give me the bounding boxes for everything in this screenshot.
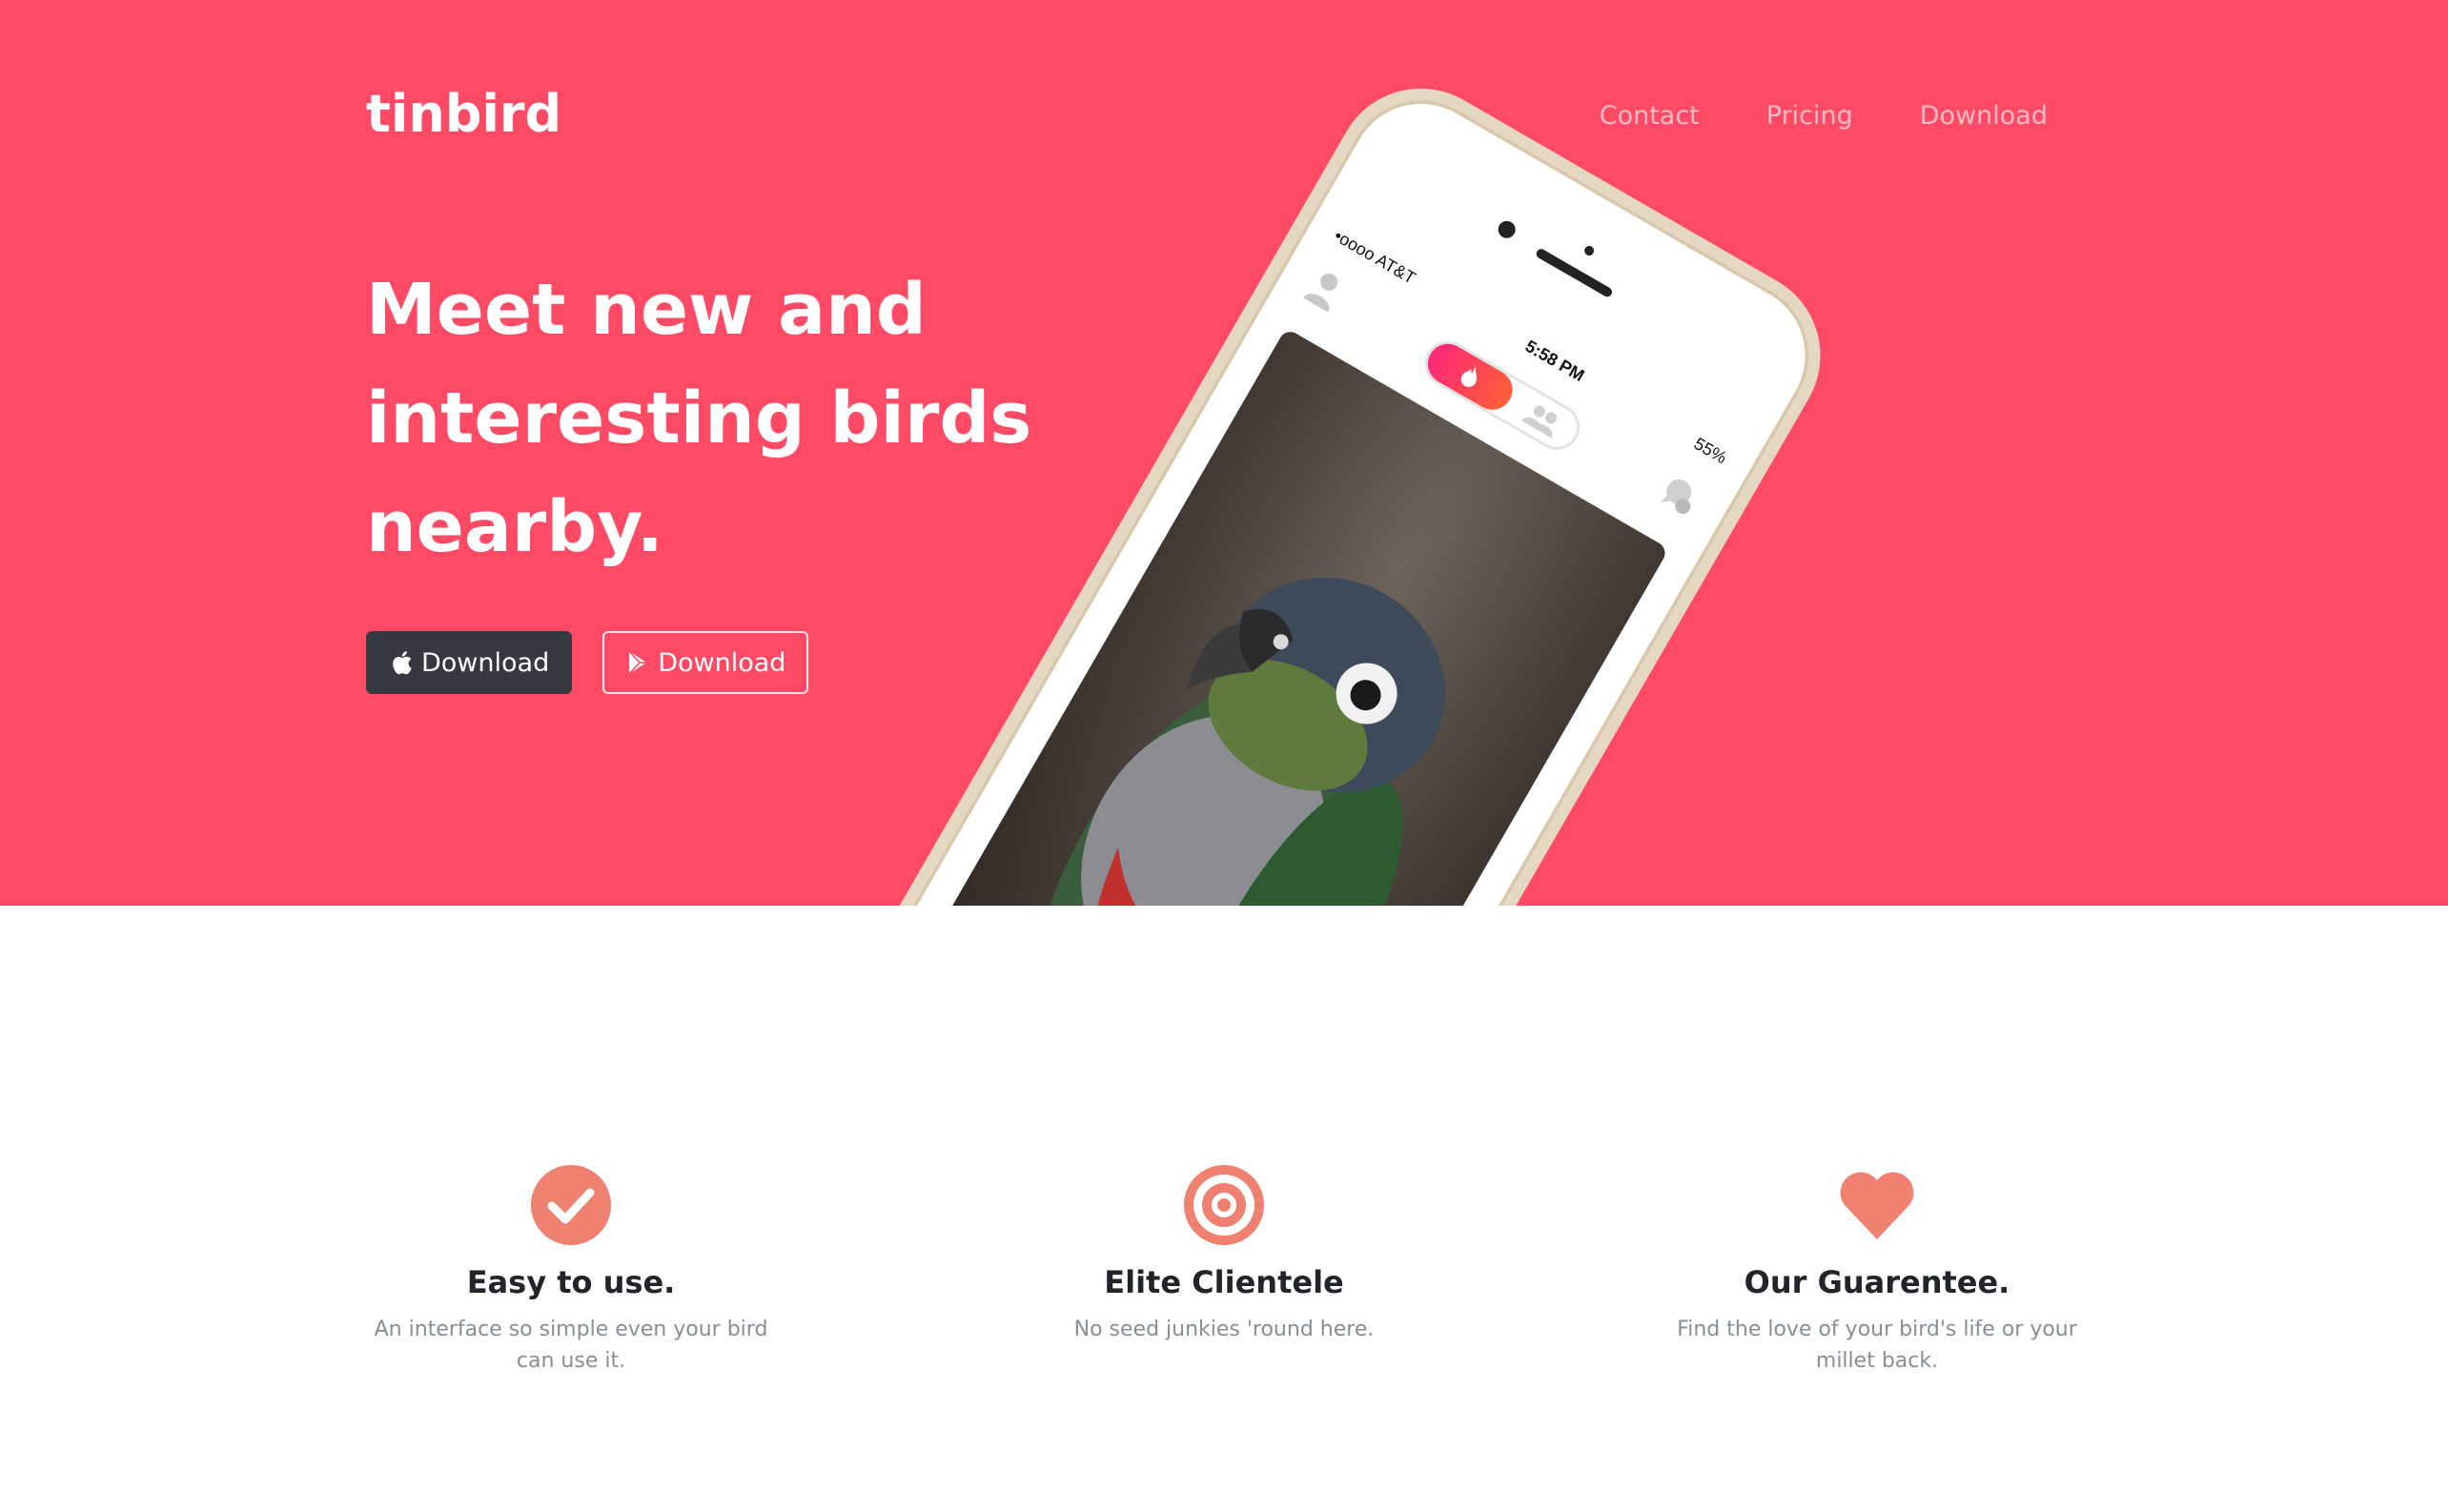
nav-contact[interactable]: Contact xyxy=(1600,101,1700,131)
target-icon xyxy=(1184,1165,1264,1245)
ios-download-label: Download xyxy=(421,647,550,678)
top-nav: Contact Pricing Download xyxy=(1600,101,2048,131)
android-download-label: Download xyxy=(658,647,786,678)
check-circle-icon xyxy=(531,1165,611,1245)
nav-pricing[interactable]: Pricing xyxy=(1766,101,1853,131)
feature-title: Easy to use. xyxy=(466,1264,676,1300)
group-icon[interactable] xyxy=(1520,398,1566,439)
download-buttons: Download Download xyxy=(366,631,809,694)
android-download-button[interactable]: Download xyxy=(602,631,809,694)
apple-icon xyxy=(393,651,412,675)
brand-logo[interactable]: tinbird xyxy=(366,84,561,144)
feature-title: Elite Clientele xyxy=(1104,1264,1344,1300)
feature-text: An interface so simple even your bird ca… xyxy=(374,1318,768,1373)
feature-text: No seed junkies 'round here. xyxy=(1073,1318,1375,1341)
battery-label: 55% xyxy=(1690,433,1731,467)
feature-title: Our Guarentee. xyxy=(1744,1264,2010,1300)
flame-icon xyxy=(1460,366,1478,387)
features-section: Easy to use. An interface so simple even… xyxy=(366,1163,2082,1377)
play-store-icon xyxy=(628,650,647,675)
heart-icon xyxy=(1840,1172,1914,1239)
feature-text: Find the love of your bird's life or you… xyxy=(1677,1318,2077,1373)
ios-download-button[interactable]: Download xyxy=(366,631,573,694)
profile-icon[interactable] xyxy=(1301,264,1348,314)
nav-download[interactable]: Download xyxy=(1920,101,2048,131)
hero-section: tinbird Contact Pricing Download Meet ne… xyxy=(0,0,2448,906)
hero-headline: Meet new and interesting birds nearby. xyxy=(366,269,1032,568)
feature-easy: Easy to use. An interface so simple even… xyxy=(366,1163,776,1377)
feature-guarantee: Our Guarentee. Find the love of your bir… xyxy=(1672,1163,2082,1377)
chat-icon[interactable] xyxy=(1654,470,1706,522)
feature-elite: Elite Clientele No seed junkies 'round h… xyxy=(1019,1163,1429,1377)
